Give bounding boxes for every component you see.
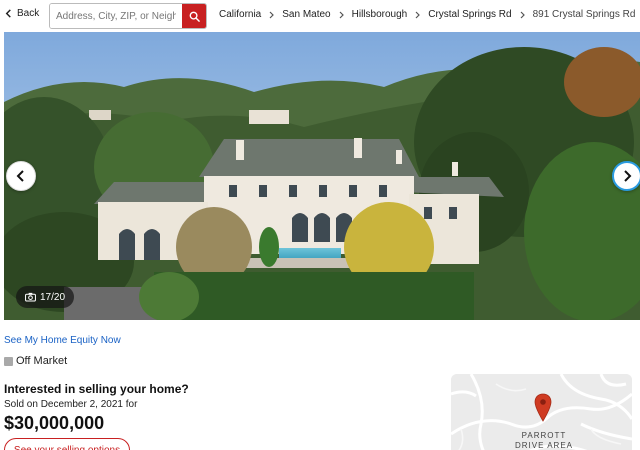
status-text: Off Market (16, 355, 68, 367)
chevron-right-icon (269, 11, 275, 19)
photo-counter-text: 17/20 (39, 291, 66, 303)
breadcrumb-san-mateo[interactable]: San Mateo (282, 9, 330, 20)
selling-options-button[interactable]: See your selling options (4, 438, 130, 450)
sold-date-text: Sold on December 2, 2021 for (4, 399, 138, 410)
photo-gallery: 17/20 (4, 32, 640, 320)
chevron-left-icon (16, 170, 24, 182)
map-area-label: PARROTT DRIVE AREA (514, 431, 573, 450)
breadcrumb-crystal-springs-rd[interactable]: Crystal Springs Rd (428, 9, 511, 20)
next-photo-button[interactable] (612, 161, 640, 191)
search-icon (189, 11, 200, 22)
search-box (49, 3, 207, 29)
location-map[interactable]: PARROTT DRIVE AREA (451, 374, 632, 450)
breadcrumb-california[interactable]: California (219, 9, 261, 20)
back-button[interactable]: Back (4, 8, 39, 19)
camera-icon (25, 292, 36, 302)
sold-price: $30,000,000 (4, 413, 105, 433)
search-button[interactable] (182, 4, 206, 28)
breadcrumb-current-address: 891 Crystal Springs Rd (532, 9, 636, 20)
status-badge: Off Market (4, 355, 67, 367)
status-indicator-icon (4, 356, 13, 366)
chevron-right-icon (624, 170, 632, 182)
back-label: Back (17, 8, 40, 19)
chevron-left-icon (5, 9, 11, 18)
breadcrumb: California San Mateo Hillsborough Crysta… (219, 9, 635, 20)
home-equity-link[interactable]: See My Home Equity Now (4, 335, 121, 346)
search-input[interactable] (50, 4, 182, 28)
chevron-right-icon (415, 11, 421, 19)
chevron-right-icon (520, 11, 525, 19)
chevron-right-icon (339, 11, 344, 19)
property-photo[interactable] (4, 32, 640, 320)
top-bar: Back California San Mateo Hillsborough C… (0, 0, 640, 32)
breadcrumb-hillsborough[interactable]: Hillsborough (352, 9, 408, 20)
previous-photo-button[interactable] (6, 161, 36, 191)
map-pin-icon (534, 393, 552, 422)
photo-counter-button[interactable]: 17/20 (16, 286, 74, 308)
selling-heading: Interested in selling your home? (4, 382, 189, 396)
